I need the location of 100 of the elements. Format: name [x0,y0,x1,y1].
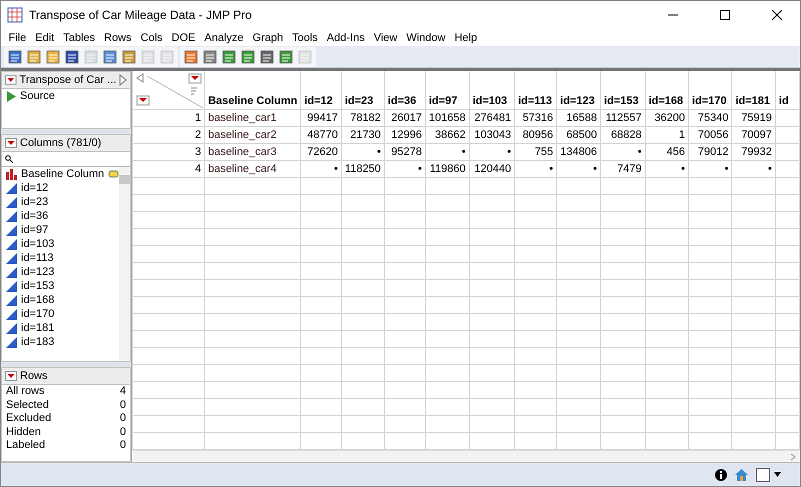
triangle-icon [6,196,17,208]
table-cell: • [556,160,601,177]
column-name[interactable]: id=103 [21,238,54,250]
triangle-icon [6,182,17,194]
collapse-arrow-icon[interactable] [119,74,127,86]
column-name[interactable]: id=153 [21,280,54,292]
table-cell: 118250 [341,160,384,177]
column-header[interactable]: id=123 [556,71,601,109]
table-cell: 134806 [556,143,601,160]
row-number[interactable]: 3 [132,143,205,160]
window-list-icon[interactable] [756,468,782,482]
table-cell: baseline_car1 [204,109,301,126]
column-header[interactable]: id=12 [300,71,342,109]
table-cell: 79932 [732,143,776,160]
column-header[interactable]: id=153 [600,71,646,109]
row-count: 0 [120,398,126,412]
row-state-label: Selected [6,398,49,412]
row-count: 0 [120,426,126,440]
table-cell: • [645,160,689,177]
table-cell: 75340 [688,109,732,126]
table-cell: 75919 [732,109,776,126]
table-cell: 16588 [556,109,601,126]
table-cell: 68500 [556,126,601,143]
row-number[interactable]: 2 [132,126,205,143]
menu-item[interactable]: Window [402,32,450,44]
table-cell: 70056 [688,126,732,143]
table-cell: 80956 [514,126,557,143]
table-cell: • [469,143,515,160]
column-header[interactable]: id=36 [384,71,426,109]
scroll-bar[interactable] [119,167,130,361]
column-header[interactable]: id [775,71,800,109]
menu-item[interactable]: Graph [248,32,288,44]
row-number[interactable]: 1 [132,109,205,126]
menu-item[interactable]: Add-Ins [322,32,370,44]
table-cell: 78182 [341,109,384,126]
table-cell: 101658 [425,109,470,126]
scroll-bar[interactable] [132,450,800,462]
column-name[interactable]: id=23 [21,196,48,208]
close-icon[interactable] [772,10,782,20]
column-header[interactable]: id=170 [688,71,732,109]
panel-title: Columns (781/0) [20,137,102,149]
column-header[interactable]: id=103 [469,71,515,109]
table-cell: • [300,160,342,177]
table-cell: 456 [645,143,689,160]
table-cell: 26017 [384,109,426,126]
menu-item[interactable]: Rows [100,32,136,44]
table-cell: 48770 [300,126,342,143]
column-header[interactable]: id=23 [341,71,384,109]
menu-item[interactable]: Analyze [200,32,248,44]
menu-item[interactable]: File [4,32,31,44]
table-cell: 68828 [600,126,646,143]
disclosure-icon[interactable] [5,138,17,148]
column-name[interactable]: id=97 [21,224,48,236]
table-cell: 36200 [645,109,689,126]
menu-item[interactable]: Tools [288,32,322,44]
column-name[interactable]: id=113 [21,252,54,264]
menu-item[interactable]: Edit [30,32,59,44]
table-cell: 7479 [600,160,646,177]
column-header[interactable]: id=113 [514,71,557,109]
column-name[interactable]: Baseline Column [21,168,104,180]
menu-item[interactable]: Cols [136,32,168,44]
column-name[interactable]: id=12 [21,182,48,194]
column-header[interactable]: id=181 [732,71,776,109]
column-name[interactable]: id=183 [21,336,54,348]
table-cell: 1 [645,126,689,143]
column-name[interactable]: id=123 [21,266,54,278]
column-header[interactable]: id=97 [425,71,470,109]
disclosure-icon[interactable] [5,75,17,85]
table-cell: 12996 [384,126,426,143]
menu-item[interactable]: View [369,32,402,44]
menu-item[interactable]: Tables [58,32,100,44]
triangle-icon [6,238,17,250]
column-name[interactable]: id=168 [21,294,54,306]
table-cell: 276481 [469,109,515,126]
table-cell: • [600,143,646,160]
column-name[interactable]: id=36 [21,210,48,222]
row-count: 4 [120,385,126,399]
home-icon[interactable] [735,468,748,480]
play-icon[interactable] [6,90,16,102]
menu-item[interactable]: Help [450,32,482,44]
row-state-label: Hidden [6,426,41,440]
table-cell: 119860 [425,160,470,177]
triangle-icon [6,210,17,222]
window-title: Transpose of Car Mileage Data - JMP Pro [29,8,253,22]
table-cell: baseline_car4 [204,160,301,177]
script-label[interactable]: Source [20,90,55,102]
disclosure-icon[interactable] [5,371,17,381]
row-number[interactable]: 4 [132,160,205,177]
column-header[interactable]: id=168 [645,71,689,109]
column-name[interactable]: id=170 [21,308,54,320]
triangle-icon [6,322,17,334]
table-cell: 57316 [514,109,557,126]
column-name[interactable]: id=181 [21,322,54,334]
search-field[interactable] [2,152,130,167]
info-icon[interactable] [715,468,727,480]
column-header[interactable]: Baseline Column [204,71,301,109]
table-cell: 70097 [732,126,776,143]
maximize-icon[interactable] [720,10,730,20]
triangle-icon [6,280,17,292]
menu-item[interactable]: DOE [167,32,200,44]
